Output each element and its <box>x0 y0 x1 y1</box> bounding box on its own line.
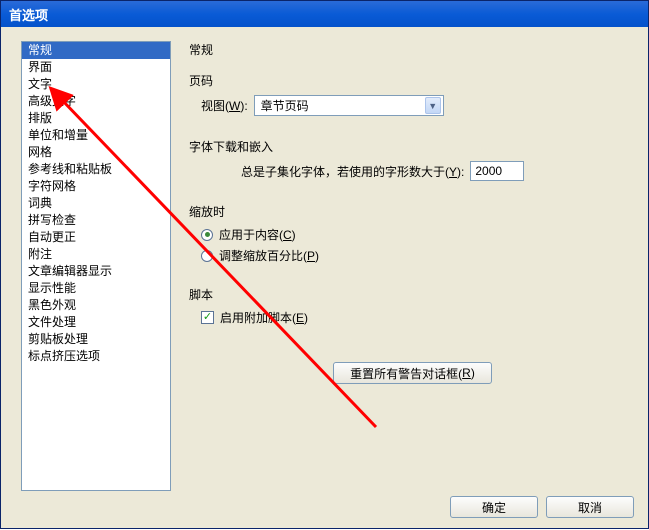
sidebar-item-13[interactable]: 文章编辑器显示 <box>22 263 170 280</box>
sidebar-item-4[interactable]: 排版 <box>22 110 170 127</box>
reset-row: 重置所有警告对话框(R) <box>189 362 636 384</box>
sidebar-item-16[interactable]: 文件处理 <box>22 314 170 331</box>
sidebar-item-18[interactable]: 标点挤压选项 <box>22 348 170 365</box>
titlebar: 首选项 <box>1 1 648 27</box>
scaling-opt-percent-label: 调整缩放百分比(P) <box>219 247 319 264</box>
section-font-embed: 字体下载和嵌入 总是子集化字体，若使用的字形数大于(Y): 2000 <box>189 138 636 185</box>
scaling-radio-percent[interactable] <box>201 250 213 262</box>
category-sidebar[interactable]: 常规界面文字高级文字排版单位和增量网格参考线和粘贴板字符网格词典拼写检查自动更正… <box>21 41 171 491</box>
sidebar-item-2[interactable]: 文字 <box>22 76 170 93</box>
sidebar-item-7[interactable]: 参考线和粘贴板 <box>22 161 170 178</box>
chevron-down-icon: ▼ <box>425 97 441 114</box>
view-select-value: 章节页码 <box>261 97 309 114</box>
font-embed-title: 字体下载和嵌入 <box>189 138 636 155</box>
enable-scripts-checkbox[interactable]: ✓ <box>201 311 214 324</box>
reset-warnings-button[interactable]: 重置所有警告对话框(R) <box>333 362 492 384</box>
view-select[interactable]: 章节页码 ▼ <box>254 95 444 116</box>
scaling-title: 缩放时 <box>189 203 636 220</box>
sidebar-item-1[interactable]: 界面 <box>22 59 170 76</box>
dialog-footer: 确定 取消 <box>450 496 634 518</box>
scaling-opt-content-label: 应用于内容(C) <box>219 226 296 243</box>
scaling-radio-content[interactable] <box>201 229 213 241</box>
sidebar-item-5[interactable]: 单位和增量 <box>22 127 170 144</box>
sidebar-item-6[interactable]: 网格 <box>22 144 170 161</box>
sidebar-item-9[interactable]: 词典 <box>22 195 170 212</box>
sidebar-item-14[interactable]: 显示性能 <box>22 280 170 297</box>
sidebar-item-3[interactable]: 高级文字 <box>22 93 170 110</box>
section-page-numbers: 页码 视图(W): 章节页码 ▼ <box>189 72 636 120</box>
font-embed-label: 总是子集化字体，若使用的字形数大于(Y): <box>241 163 464 180</box>
sidebar-item-11[interactable]: 自动更正 <box>22 229 170 246</box>
ok-button[interactable]: 确定 <box>450 496 538 518</box>
preferences-window: 首选项 常规界面文字高级文字排版单位和增量网格参考线和粘贴板字符网格词典拼写检查… <box>0 0 649 529</box>
enable-scripts-label: 启用附加脚本(E) <box>220 309 308 326</box>
content-area: 常规界面文字高级文字排版单位和增量网格参考线和粘贴板字符网格词典拼写检查自动更正… <box>1 27 648 528</box>
font-embed-input[interactable]: 2000 <box>470 161 524 181</box>
main-panel: 常规 页码 视图(W): 章节页码 ▼ <box>189 41 636 518</box>
cancel-button[interactable]: 取消 <box>546 496 634 518</box>
section-scripts: 脚本 ✓ 启用附加脚本(E) <box>189 286 636 330</box>
sidebar-item-8[interactable]: 字符网格 <box>22 178 170 195</box>
section-scaling: 缩放时 应用于内容(C) 调整缩放百分比(P) <box>189 203 636 268</box>
sidebar-item-12[interactable]: 附注 <box>22 246 170 263</box>
page-numbers-title: 页码 <box>189 72 636 89</box>
window-title: 首选项 <box>9 5 48 24</box>
sidebar-item-17[interactable]: 剪贴板处理 <box>22 331 170 348</box>
sidebar-item-15[interactable]: 黑色外观 <box>22 297 170 314</box>
scripts-title: 脚本 <box>189 286 636 303</box>
sidebar-item-10[interactable]: 拼写检查 <box>22 212 170 229</box>
sidebar-item-0[interactable]: 常规 <box>22 42 170 59</box>
view-label: 视图(W): <box>201 97 248 114</box>
panel-heading: 常规 <box>189 41 636 58</box>
